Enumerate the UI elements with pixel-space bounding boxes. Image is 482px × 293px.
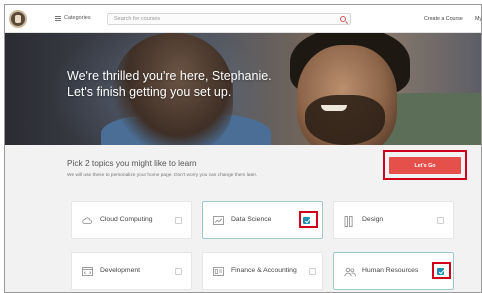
topics-heading: Pick 2 topics you might like to learn [67, 158, 197, 168]
topics-subtext: We will use these to personalize your ho… [67, 173, 258, 178]
topic-card-design[interactable]: Design [333, 201, 454, 239]
topic-card-development[interactable]: Development [71, 252, 192, 290]
top-navigation-bar: Categories Search for courses Create a C… [5, 5, 481, 33]
topic-label: Data Science [231, 216, 272, 223]
university-seal-icon[interactable] [9, 10, 27, 28]
welcome-hero-banner: We're thrilled you're here, Stephanie. L… [5, 33, 481, 145]
topic-label: Development [100, 267, 141, 274]
categories-label: Categories [64, 15, 91, 21]
checkbox-highlight [432, 262, 451, 279]
topic-checkbox[interactable] [437, 217, 444, 224]
chart-icon [213, 216, 224, 225]
browser-viewport: Categories Search for courses Create a C… [4, 4, 482, 293]
welcome-line-2: Let's finish getting you set up. [67, 85, 232, 99]
design-icon [344, 216, 354, 227]
topic-checkbox[interactable] [175, 268, 182, 275]
menu-icon [55, 15, 61, 21]
code-window-icon [82, 267, 93, 276]
topic-label: Design [362, 216, 384, 223]
hero-photo-person-right-smile [321, 105, 347, 111]
search-icon[interactable] [340, 16, 346, 22]
search-input[interactable]: Search for courses [107, 13, 351, 25]
my-courses-link[interactable]: My [475, 16, 481, 22]
topic-checkbox[interactable] [309, 268, 316, 275]
hero-photo-person-right-beard [305, 95, 385, 145]
people-icon [344, 267, 356, 277]
topic-checkbox[interactable] [175, 217, 182, 224]
topic-label: Human Resources [362, 267, 419, 274]
categories-menu[interactable]: Categories [55, 15, 91, 21]
checkbox-highlight [299, 211, 318, 228]
topic-label: Finance & Accounting [231, 267, 297, 274]
lets-go-button[interactable]: Let's Go [389, 157, 461, 174]
finance-icon [213, 267, 224, 276]
topic-card-data-science[interactable]: Data Science [202, 201, 323, 239]
search-placeholder: Search for courses [114, 16, 161, 22]
create-course-link[interactable]: Create a Course [424, 16, 463, 22]
welcome-message: We're thrilled you're here, Stephanie. L… [67, 68, 272, 100]
welcome-line-1: We're thrilled you're here, Stephanie. [67, 69, 272, 83]
topic-card-human-resources[interactable]: Human Resources [333, 252, 454, 290]
topic-card-finance-accounting[interactable]: Finance & Accounting [202, 252, 323, 290]
topic-selection-section: Pick 2 topics you might like to learn We… [5, 145, 481, 292]
cloud-icon [82, 216, 92, 225]
topic-card-cloud-computing[interactable]: Cloud Computing [71, 201, 192, 239]
topic-label: Cloud Computing [100, 216, 153, 223]
